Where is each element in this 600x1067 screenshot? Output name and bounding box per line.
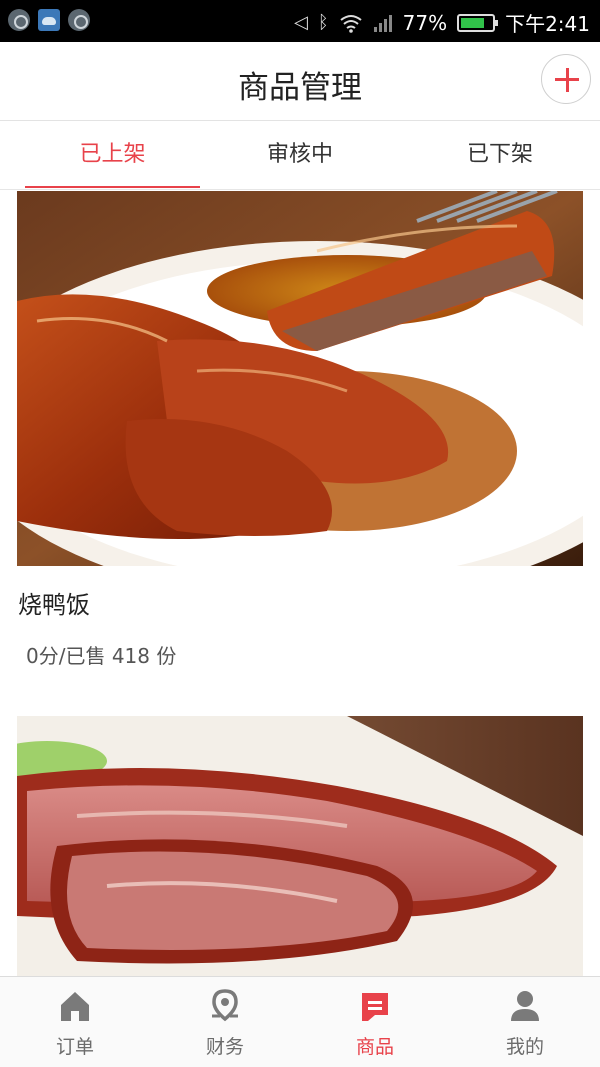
nav-label: 财务 <box>205 1036 244 1058</box>
user-icon <box>511 991 539 1021</box>
add-product-button[interactable] <box>541 54 591 104</box>
goods-icon <box>362 993 388 1021</box>
bluetooth-icon: ᛒ <box>317 12 329 33</box>
page-title: 商品管理 <box>238 70 362 106</box>
roast-duck-photo <box>17 191 583 566</box>
tab-under-review[interactable]: 审核中 <box>200 122 400 190</box>
tab-on-shelf[interactable]: 已上架 <box>25 122 200 190</box>
nav-label: 订单 <box>55 1036 94 1058</box>
nav-mine[interactable]: 我的 <box>450 977 600 1067</box>
weather-icon <box>38 9 60 31</box>
roast-pork-photo <box>17 716 583 976</box>
location-pin-icon <box>212 989 238 1022</box>
product-image <box>17 716 583 976</box>
product-sales: 0分/已售 418 份 <box>26 644 177 668</box>
product-card[interactable]: 烧鸭饭 0分/已售 418 份 <box>0 191 600 716</box>
wifi-icon <box>340 14 362 33</box>
battery-percent: 77% <box>402 10 448 35</box>
no-signal-icon <box>373 14 392 32</box>
nav-goods[interactable]: 商品 <box>300 977 450 1067</box>
tab-off-shelf[interactable]: 已下架 <box>400 122 600 190</box>
home-icon <box>61 992 89 1021</box>
product-card[interactable] <box>0 716 600 976</box>
nav-orders[interactable]: 订单 <box>0 977 150 1067</box>
status-tabs: 已上架 审核中 已下架 <box>0 122 600 190</box>
lock-icon <box>68 9 90 31</box>
status-left-icons <box>8 9 90 31</box>
nav-finance[interactable]: 财务 <box>150 977 300 1067</box>
nav-label: 我的 <box>505 1036 544 1058</box>
battery-icon <box>457 13 499 32</box>
status-bar: ◁ ᛒ 77% 下午2:41 <box>0 0 600 42</box>
status-right: ◁ ᛒ 77% 下午2:41 <box>294 8 590 37</box>
lock-icon <box>8 9 30 31</box>
product-list[interactable]: 烧鸭饭 0分/已售 418 份 <box>0 191 600 976</box>
product-name: 烧鸭饭 <box>18 591 90 619</box>
active-tab-indicator <box>25 186 200 188</box>
clock: 下午2:41 <box>505 12 590 36</box>
mute-icon: ◁ <box>293 12 308 33</box>
app-header: 商品管理 <box>0 42 600 121</box>
nav-label: 商品 <box>355 1036 394 1058</box>
battery-level <box>461 17 485 28</box>
bottom-nav: 订单 财务 商品 我的 <box>0 976 600 1067</box>
product-image <box>17 191 583 566</box>
